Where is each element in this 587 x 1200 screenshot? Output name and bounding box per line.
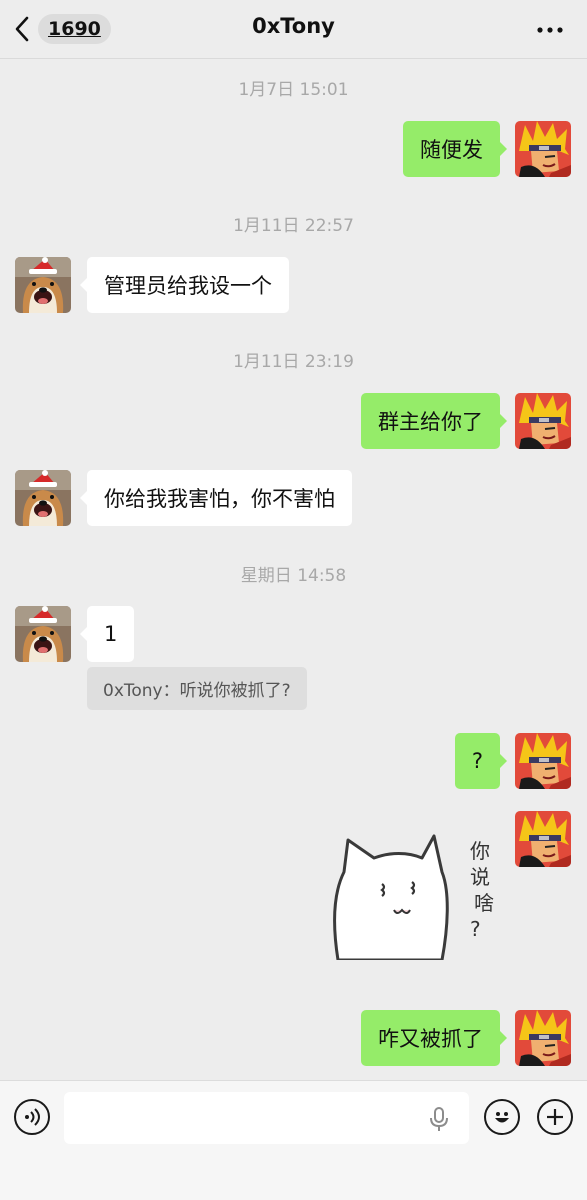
naruto-avatar[interactable]: [515, 121, 571, 177]
naruto-avatar[interactable]: [515, 811, 571, 867]
naruto-avatar[interactable]: [515, 1010, 571, 1066]
microphone-icon[interactable]: [428, 1106, 450, 1132]
incoming-message-bubble[interactable]: 1: [79, 606, 135, 662]
plus-icon[interactable]: [537, 1099, 573, 1135]
naruto-avatar[interactable]: [515, 733, 571, 789]
outgoing-message-bubble[interactable]: 随便发: [403, 121, 507, 177]
sticker-text: 你: [470, 839, 490, 863]
white-cat-sticker[interactable]: 你 说 啥 ?: [330, 832, 502, 962]
outgoing-message-bubble[interactable]: ?: [454, 733, 508, 789]
voice-icon[interactable]: [14, 1099, 50, 1135]
outgoing-message-bubble[interactable]: 咋又被抓了: [361, 1010, 507, 1066]
incoming-message-bubble[interactable]: 你给我我害怕，你不害怕: [80, 470, 352, 526]
shiba-dog-santa-hat-avatar[interactable]: [15, 606, 71, 662]
chat-title: 0xTony: [252, 14, 335, 38]
shiba-dog-santa-hat-avatar[interactable]: [15, 257, 71, 313]
input-bar: [0, 1080, 587, 1200]
timestamp: 1月11日 23:19: [233, 352, 354, 372]
naruto-avatar[interactable]: [515, 393, 571, 449]
header-divider: [0, 58, 587, 59]
timestamp: 星期日 14:58: [240, 566, 347, 586]
more-dots-icon[interactable]: [535, 18, 565, 42]
message-input[interactable]: [64, 1092, 469, 1144]
emoji-icon[interactable]: [484, 1099, 520, 1135]
incoming-message-bubble[interactable]: 管理员给我设一个: [80, 257, 289, 313]
sticker-text: 说: [470, 865, 490, 889]
sticker-text: ?: [470, 917, 481, 941]
timestamp: 1月11日 22:57: [233, 216, 354, 236]
chat-header: 1690 0xTony: [0, 0, 587, 58]
timestamp: 1月7日 15:01: [238, 80, 349, 100]
shiba-dog-santa-hat-avatar[interactable]: [15, 470, 71, 526]
sticker-text: 啥: [474, 891, 494, 915]
outgoing-message-bubble[interactable]: 群主给你了: [361, 393, 507, 449]
quoted-message[interactable]: 0xTony：听说你被抓了?: [87, 667, 307, 710]
